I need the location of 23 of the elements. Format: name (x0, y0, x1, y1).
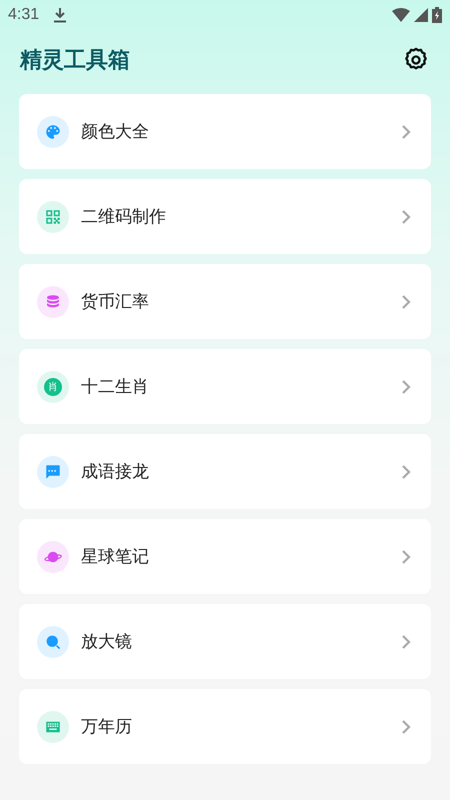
download-icon (53, 7, 68, 23)
tool-item[interactable]: 颜色大全 (19, 94, 431, 169)
signal-icon (414, 8, 428, 22)
status-time: 4:31 (8, 6, 40, 24)
tool-item[interactable]: 放大镜 (19, 604, 431, 679)
battery-icon (432, 7, 442, 23)
chevron-right-icon (399, 548, 413, 566)
tool-item[interactable]: 万年历 (19, 689, 431, 764)
zodiac-badge-icon: 肖 (44, 378, 62, 396)
chevron-right-icon (399, 378, 413, 396)
chevron-right-icon (399, 632, 413, 650)
tool-item[interactable]: 肖 十二生肖 (19, 349, 431, 424)
tool-item[interactable]: 星球笔记 (19, 519, 431, 594)
wifi-icon (392, 8, 410, 22)
app-title: 精灵工具箱 (20, 47, 130, 75)
chevron-right-icon (399, 292, 413, 310)
chevron-right-icon (399, 718, 413, 736)
tool-item[interactable]: 货币汇率 (19, 264, 431, 339)
chevron-right-icon (399, 122, 413, 140)
tool-item[interactable]: 成语接龙 (19, 434, 431, 509)
chevron-right-icon (399, 462, 413, 480)
chevron-right-icon (399, 208, 413, 226)
tool-item[interactable]: 二维码制作 (19, 179, 431, 254)
